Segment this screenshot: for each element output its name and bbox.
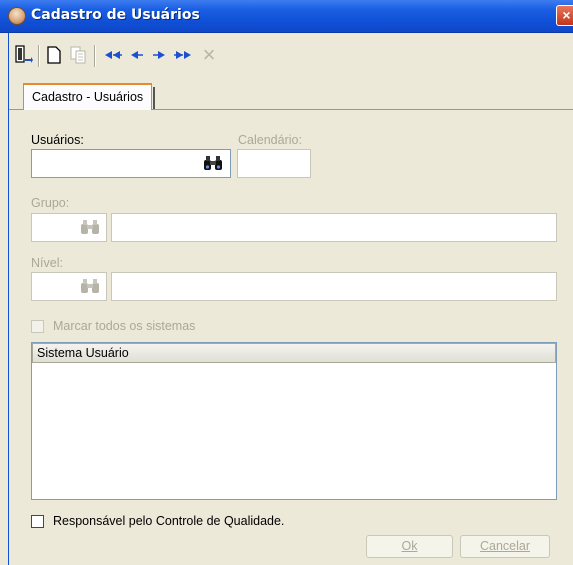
last-record-icon[interactable] — [172, 42, 194, 68]
delete-icon[interactable]: × — [198, 42, 220, 68]
calendario-input[interactable] — [237, 149, 311, 178]
copy-document-icon[interactable] — [68, 42, 90, 68]
responsavel-qualidade-checkbox[interactable] — [31, 515, 44, 528]
cadastro-usuarios-window: Cadastro de Usuários × × Cadastro - Usuá… — [0, 0, 573, 565]
nivel-label: Nível: — [31, 256, 63, 270]
previous-record-icon[interactable] — [128, 42, 146, 68]
usuarios-search-binoculars-icon[interactable] — [200, 153, 226, 173]
grupo-description-input[interactable] — [111, 213, 557, 242]
grid-column-header-sistema-usuario[interactable]: Sistema Usuário — [32, 343, 556, 363]
tab-bar: Cadastro - Usuários — [9, 80, 573, 110]
new-document-icon[interactable] — [44, 42, 64, 68]
cancel-button[interactable]: Cancelar — [460, 535, 550, 558]
title-bar[interactable]: Cadastro de Usuários × — [0, 0, 573, 33]
window-title: Cadastro de Usuários — [31, 7, 200, 23]
ok-button-label: Ok — [401, 539, 418, 553]
nivel-description-input[interactable] — [111, 272, 557, 301]
exit-door-icon[interactable] — [12, 42, 34, 68]
toolbar-separator — [94, 45, 96, 67]
user-avatar-icon — [8, 7, 26, 25]
usuarios-label: Usuários: — [31, 133, 84, 147]
calendario-label: Calendário: — [238, 133, 302, 147]
grupo-label: Grupo: — [31, 196, 70, 210]
marcar-todos-checkbox[interactable] — [31, 320, 44, 333]
cancel-button-label: Cancelar — [479, 539, 531, 553]
first-record-icon[interactable] — [102, 42, 124, 68]
tab-cadastro-usuarios[interactable]: Cadastro - Usuários — [23, 83, 156, 110]
sistemas-grid[interactable]: Sistema Usuário — [31, 342, 557, 500]
window-frame-left — [0, 33, 9, 565]
nivel-search-binoculars-icon[interactable] — [77, 276, 103, 296]
marcar-todos-label: Marcar todos os sistemas — [53, 319, 196, 333]
responsavel-qualidade-label: Responsável pelo Controle de Qualidade. — [53, 514, 285, 528]
next-record-icon[interactable] — [150, 42, 168, 68]
ok-button[interactable]: Ok — [366, 535, 453, 558]
toolbar: × — [10, 42, 310, 72]
toolbar-separator — [38, 45, 40, 67]
close-button[interactable]: × — [556, 5, 573, 26]
grupo-search-binoculars-icon[interactable] — [77, 217, 103, 237]
